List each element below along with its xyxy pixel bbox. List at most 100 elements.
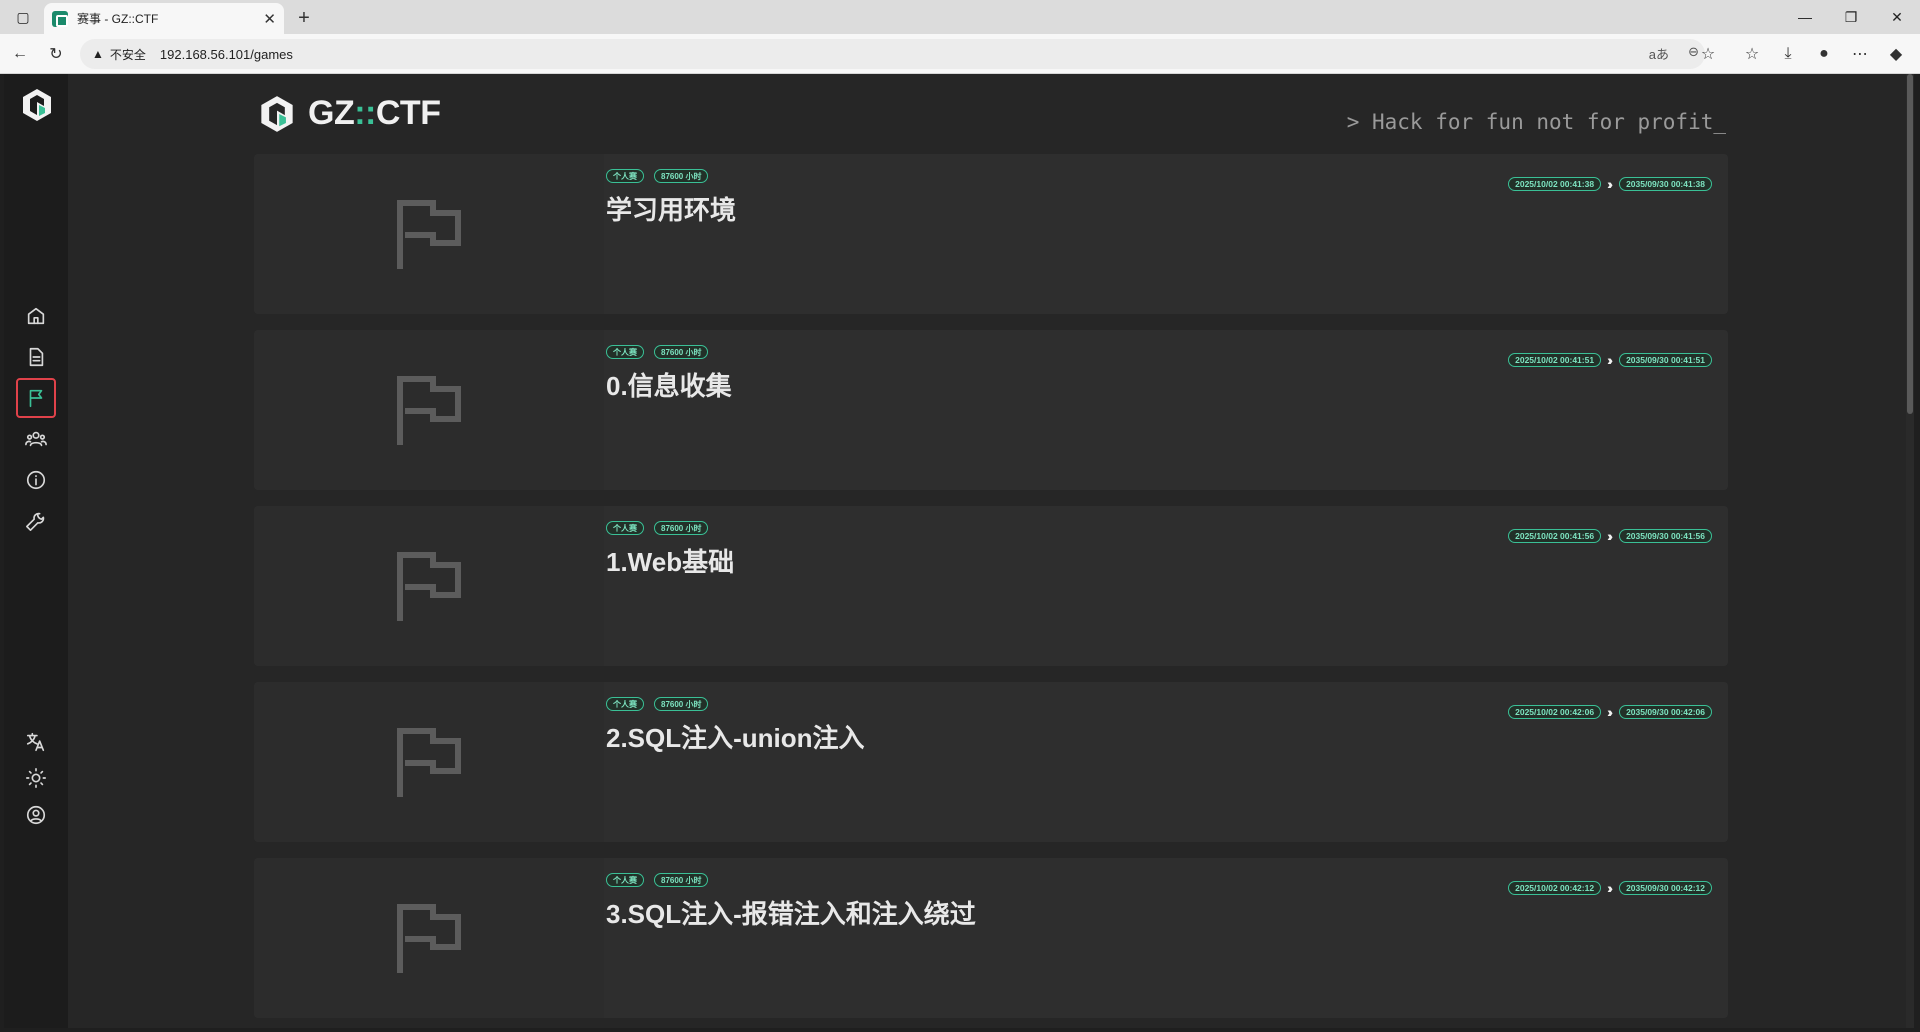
game-start-time: 2025/10/02 00:42:06 — [1508, 705, 1602, 719]
game-title[interactable]: 1.Web基础 — [606, 542, 734, 579]
copilot-icon[interactable]: ◆ — [1882, 40, 1910, 68]
game-badges: 个人赛 87600 小时 — [606, 697, 709, 711]
nav-home[interactable] — [16, 296, 56, 336]
chevrons-right-icon: ››› — [1607, 352, 1613, 368]
game-card[interactable]: 个人赛 87600 小时 0.信息收集 2025/10/02 00:41:51 … — [254, 330, 1728, 490]
game-end-time: 2035/09/30 00:42:06 — [1619, 705, 1712, 719]
tab-title: 赛事 - GZ::CTF — [77, 12, 159, 26]
posts-icon — [29, 347, 44, 367]
profile-avatar[interactable]: ● — [1810, 40, 1838, 68]
scrollbar[interactable] — [1906, 74, 1914, 1028]
browser-toolbar: ← ↻ ▲ 不安全 192.168.56.101/games aあ ⊖ ☆ ☆ … — [0, 34, 1920, 74]
security-label[interactable]: 不安全 — [110, 46, 146, 63]
downloads-icon[interactable]: ⤓ — [1774, 40, 1802, 68]
game-badges: 个人赛 87600 小时 — [606, 345, 709, 359]
nav-admin[interactable] — [16, 501, 56, 541]
window-close-icon[interactable]: ✕ — [1874, 0, 1920, 34]
game-end-time: 2035/09/30 00:41:56 — [1619, 529, 1712, 543]
tab-close-icon[interactable]: ✕ — [263, 10, 276, 28]
brand-name-sep: :: — [354, 94, 376, 132]
game-poster — [254, 330, 604, 490]
game-duration-badge: 87600 小时 — [654, 873, 709, 887]
game-poster — [254, 858, 604, 1018]
game-title[interactable]: 2.SQL注入-union注入 — [606, 718, 865, 755]
nav-games[interactable] — [16, 378, 56, 418]
language-icon — [26, 732, 45, 752]
game-card[interactable]: 个人赛 87600 小时 3.SQL注入-报错注入和注入绕过 2025/10/0… — [254, 858, 1728, 1018]
browser-tab-bar: ▢ 赛事 - GZ::CTF ✕ + — ❐ ✕ — [0, 0, 1920, 34]
game-type-badge: 个人赛 — [606, 345, 644, 359]
app-window: GZ::CTF > Hack for fun not for profit_ 个… — [4, 74, 1914, 1028]
address-bar[interactable]: ▲ 不安全 192.168.56.101/games aあ ⊖ — [80, 39, 1705, 69]
game-badges: 个人赛 87600 小时 — [606, 521, 709, 535]
game-start-time: 2025/10/02 00:41:38 — [1508, 177, 1602, 191]
game-end-time: 2035/09/30 00:41:51 — [1619, 353, 1712, 367]
flag-icon — [397, 376, 461, 445]
tab-actions-icon[interactable]: ▢ — [0, 0, 46, 34]
game-duration-badge: 87600 小时 — [654, 521, 709, 535]
settings-more-icon[interactable]: ⋯ — [1846, 40, 1874, 68]
game-title[interactable]: 3.SQL注入-报错注入和注入绕过 — [606, 894, 976, 931]
game-duration-badge: 87600 小时 — [654, 345, 709, 359]
nav-teams[interactable] — [16, 419, 56, 459]
back-icon[interactable]: ← — [6, 40, 34, 68]
nav-theme[interactable] — [16, 758, 56, 798]
game-end-time: 2035/09/30 00:42:12 — [1619, 881, 1712, 895]
game-card[interactable]: 个人赛 87600 小时 2.SQL注入-union注入 2025/10/02 … — [254, 682, 1728, 842]
favorites-icon[interactable]: ☆ — [1738, 40, 1766, 68]
warning-icon: ▲ — [92, 47, 104, 61]
nav-user[interactable] — [16, 795, 56, 835]
game-duration-badge: 87600 小时 — [654, 169, 709, 183]
about-icon — [26, 470, 46, 490]
game-badges: 个人赛 87600 小时 — [606, 873, 709, 887]
game-type-badge: 个人赛 — [606, 169, 644, 183]
game-poster — [254, 682, 604, 842]
game-card[interactable]: 个人赛 87600 小时 学习用环境 2025/10/02 00:41:38 ›… — [254, 154, 1728, 314]
game-time-range: 2025/10/02 00:41:51 ››› 2035/09/30 00:41… — [1508, 352, 1712, 368]
reload-icon[interactable]: ↻ — [42, 40, 70, 68]
nav-about[interactable] — [16, 460, 56, 500]
game-title[interactable]: 学习用环境 — [606, 190, 736, 227]
game-time-range: 2025/10/02 00:42:12 ››› 2035/09/30 00:42… — [1508, 880, 1712, 896]
user-icon — [26, 805, 46, 825]
brand-name: GZ::CTF — [308, 94, 441, 133]
game-end-time: 2035/09/30 00:41:38 — [1619, 177, 1712, 191]
flag-icon — [397, 552, 461, 621]
brand-name-right: CTF — [375, 94, 441, 132]
favicon-icon — [52, 10, 68, 27]
teams-icon — [25, 431, 47, 447]
chevrons-right-icon: ››› — [1607, 528, 1613, 544]
nav-posts[interactable] — [16, 337, 56, 377]
sidebar — [4, 74, 68, 1028]
brand[interactable]: GZ::CTF — [258, 94, 441, 133]
game-type-badge: 个人赛 — [606, 873, 644, 887]
game-time-range: 2025/10/02 00:41:56 ››› 2035/09/30 00:41… — [1508, 528, 1712, 544]
favorite-star-icon[interactable]: ☆ — [1694, 40, 1722, 68]
game-list: 个人赛 87600 小时 学习用环境 2025/10/02 00:41:38 ›… — [254, 154, 1728, 1028]
browser-tab[interactable]: 赛事 - GZ::CTF ✕ — [44, 3, 284, 34]
game-type-badge: 个人赛 — [606, 521, 644, 535]
read-aloud-icon[interactable]: aあ — [1649, 44, 1669, 63]
minimize-icon[interactable]: — — [1782, 0, 1828, 34]
new-tab-button[interactable]: + — [290, 4, 318, 32]
brand-logo-icon — [261, 95, 293, 132]
slogan: > Hack for fun not for profit_ — [1346, 110, 1726, 134]
game-time-range: 2025/10/02 00:42:06 ››› 2035/09/30 00:42… — [1508, 704, 1712, 720]
logo-icon[interactable] — [21, 88, 53, 122]
game-start-time: 2025/10/02 00:41:56 — [1508, 529, 1602, 543]
nav-language[interactable] — [16, 722, 56, 762]
flag-icon — [397, 728, 461, 797]
scrollbar-thumb[interactable] — [1907, 74, 1913, 414]
flag-icon — [397, 904, 461, 973]
game-card[interactable]: 个人赛 87600 小时 1.Web基础 2025/10/02 00:41:56… — [254, 506, 1728, 666]
home-icon — [27, 307, 45, 325]
game-badges: 个人赛 87600 小时 — [606, 169, 709, 183]
url-text[interactable]: 192.168.56.101/games — [160, 47, 293, 62]
chevrons-right-icon: ››› — [1607, 880, 1613, 896]
game-type-badge: 个人赛 — [606, 697, 644, 711]
game-start-time: 2025/10/02 00:42:12 — [1508, 881, 1602, 895]
chevrons-right-icon: ››› — [1607, 176, 1613, 192]
theme-icon — [26, 768, 46, 788]
game-title[interactable]: 0.信息收集 — [606, 366, 732, 403]
restore-icon[interactable]: ❐ — [1828, 0, 1874, 34]
